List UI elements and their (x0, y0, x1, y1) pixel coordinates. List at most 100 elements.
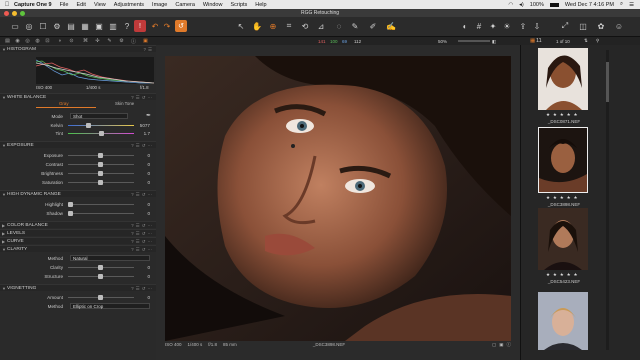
help-icon[interactable]: ? (122, 21, 132, 31)
more-icon[interactable]: ⋯ (148, 95, 153, 101)
thumb-1-rating[interactable]: ★ ★ ★ ★ ★ (546, 112, 578, 118)
redo-icon[interactable]: ↷ (162, 21, 172, 31)
workspace-icon[interactable]: ▤ (66, 21, 76, 31)
thumb-view-icon[interactable]: ▦ (530, 38, 535, 44)
more-icon[interactable]: ⋯ (148, 286, 153, 292)
thumb-2-rating[interactable]: ★ ★ ★ ★ ★ (546, 195, 578, 201)
more-icon[interactable]: ⋯ (148, 231, 153, 237)
contrast-value[interactable]: 0 (147, 162, 150, 167)
tab-output-icon[interactable]: ⚙ (118, 38, 125, 44)
menubar-clock[interactable]: Wed Dec 7 4:16 PM (565, 2, 614, 8)
view-single-icon[interactable]: ▢ (492, 342, 496, 348)
menu-icon[interactable]: ☰ (136, 192, 140, 198)
kelvin-value[interactable]: 5077 (140, 123, 150, 128)
saturation-value[interactable]: 0 (147, 180, 150, 185)
tab-library-icon[interactable]: ▤ (4, 38, 11, 44)
fullscreen-icon[interactable]: ⤢ (560, 21, 570, 31)
picker-tool-icon[interactable]: ✐ (368, 21, 378, 31)
layout-icon[interactable]: ▦ (80, 21, 90, 31)
clarity-method-select[interactable]: Natural (70, 254, 150, 261)
tab-exposure-icon[interactable]: ◑ (56, 38, 63, 44)
shadow-knob[interactable] (68, 210, 73, 216)
crop-tool-icon[interactable]: ⌗ (284, 21, 294, 31)
menu-icon[interactable]: ☰ (136, 231, 140, 237)
menu-icon[interactable]: ☰ (136, 95, 140, 101)
tint-slider-knob[interactable] (98, 130, 104, 136)
menu-window[interactable]: Window (203, 2, 223, 8)
tint-value[interactable]: 1.7 (144, 131, 150, 136)
help-icon[interactable]: ? (131, 192, 134, 197)
share-icon[interactable]: ☺ (614, 21, 624, 31)
reset-icon[interactable]: ↺ (142, 231, 146, 237)
section-clarity[interactable]: ▼ CLARITY ? ☰ ↺ ⋯ (0, 245, 156, 252)
browser-scroll-thumb[interactable] (606, 62, 609, 102)
section-levels[interactable]: ▶ LEVELS ? ☰ ↺ ⋯ (0, 229, 156, 236)
undo-icon[interactable]: ↶ (150, 21, 160, 31)
menu-icon[interactable]: ☰ (136, 143, 140, 149)
spotlight-icon[interactable]: ⌕ (620, 1, 623, 8)
section-histogram[interactable]: ▼ HISTOGRAM ? ☰ (0, 45, 156, 52)
brush-tool-icon[interactable]: ✎ (350, 21, 360, 31)
help-icon[interactable]: ? (143, 47, 146, 52)
viewer-icon[interactable]: ▣ (94, 21, 104, 31)
help-icon[interactable]: ? (131, 95, 134, 100)
section-color-balance[interactable]: ▶ COLOR BALANCE ? ☰ ↺ ⋯ (0, 221, 156, 228)
thumbnail-4[interactable] (538, 292, 588, 350)
tab-composition-icon[interactable]: ⊡ (44, 38, 51, 44)
reset-icon[interactable]: ↺ (142, 192, 146, 198)
section-exposure[interactable]: ▼ EXPOSURE ? ☰ ↺ ⋯ (0, 141, 156, 148)
more-icon[interactable]: ⋯ (148, 223, 153, 229)
compare-toggle-icon[interactable]: ◧ (492, 39, 496, 45)
thumbnail-2-selected[interactable] (538, 127, 588, 193)
help-icon[interactable]: ? (131, 231, 134, 236)
thumbnail-1[interactable] (538, 48, 588, 110)
contrast-knob[interactable] (98, 161, 103, 167)
notification-center-icon[interactable]: ☰ (629, 2, 634, 8)
kelvin-slider-track[interactable] (68, 124, 134, 126)
spot-removal-icon[interactable]: ◌ (334, 21, 344, 31)
eyedropper-icon[interactable]: ✒ (146, 112, 151, 119)
highlight-slider[interactable] (68, 203, 134, 205)
section-curve[interactable]: ▶ CURVE ? ☰ ↺ ⋯ (0, 237, 156, 244)
exposure-warning-icon[interactable]: ◐ (460, 21, 470, 31)
clarity-knob[interactable] (98, 264, 103, 270)
reset-icon[interactable]: ↺ (142, 286, 146, 292)
rotate-tool-icon[interactable]: ⟲ (300, 21, 310, 31)
settings-icon[interactable]: ✿ (596, 21, 606, 31)
more-icon[interactable]: ⋯ (148, 192, 153, 198)
volume-icon[interactable]: ◂) (519, 2, 524, 8)
menu-app-name[interactable]: Capture One 9 (14, 2, 52, 8)
section-white-balance[interactable]: ▼ WHITE BALANCE ? ☰ ↺ ⋯ (0, 93, 156, 100)
more-icon[interactable]: ⋯ (148, 239, 153, 245)
battery-icon[interactable] (549, 2, 559, 7)
menu-camera[interactable]: Camera (175, 2, 195, 8)
tab-custom-icon[interactable]: ▣ (142, 38, 149, 44)
tab-gray[interactable]: Gray (59, 101, 69, 106)
tab-batch-icon[interactable]: ⓘ (130, 38, 137, 45)
sessions-icon[interactable]: ☐ (38, 21, 48, 31)
close-window-button[interactable] (4, 10, 9, 16)
tab-metadata-icon[interactable]: ✎ (106, 38, 113, 44)
apple-icon[interactable]:  (0, 2, 14, 8)
reset-icon[interactable]: ↺ (142, 143, 146, 149)
structure-value[interactable]: 0 (147, 274, 150, 279)
compare-icon[interactable]: ◫ (578, 21, 588, 31)
help-icon[interactable]: ? (131, 223, 134, 228)
view-fit-icon[interactable]: ▣ (499, 342, 503, 348)
menu-icon[interactable]: ☰ (136, 286, 140, 292)
zoom-tool-icon[interactable]: ⊕ (268, 21, 278, 31)
menu-scripts[interactable]: Scripts (230, 2, 247, 8)
vignette-method-select[interactable]: Elliptic on Crop (70, 302, 150, 309)
zoom-percent[interactable]: 50% (438, 39, 447, 44)
highlight-value[interactable]: 0 (147, 202, 150, 207)
wifi-icon[interactable]: ◠ (508, 2, 513, 8)
saturation-knob[interactable] (98, 179, 103, 185)
portrait-photo[interactable] (165, 56, 511, 341)
view-info-icon[interactable]: ⓘ (507, 342, 512, 348)
section-vignetting[interactable]: ▼ VIGNETTING ? ☰ ↺ ⋯ (0, 284, 156, 291)
menu-edit[interactable]: Edit (76, 2, 85, 8)
zoom-window-button[interactable] (20, 10, 25, 16)
tab-details-icon[interactable]: ⊙ (68, 38, 75, 44)
exposure-knob[interactable] (98, 152, 103, 158)
guides-icon[interactable]: ✦ (488, 21, 498, 31)
